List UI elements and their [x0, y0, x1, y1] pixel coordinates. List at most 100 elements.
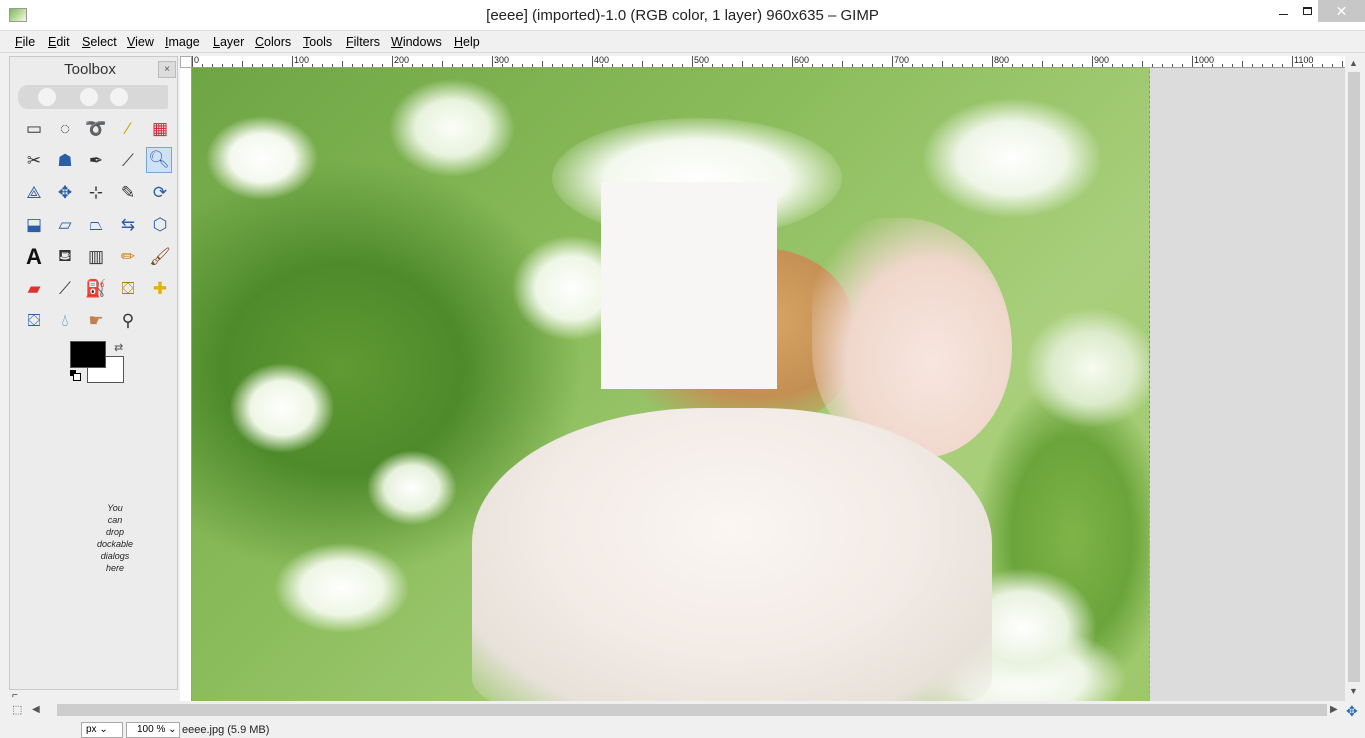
cage-transform-tool-icon[interactable]: ⬡	[147, 212, 173, 238]
ruler-tick	[1272, 64, 1273, 67]
smudge-tool-icon[interactable]: ☛	[83, 308, 109, 334]
vertical-ruler[interactable]	[180, 68, 192, 701]
ruler-tick	[882, 64, 883, 67]
perspective-tool-icon[interactable]: ⏢	[83, 212, 109, 238]
ruler-label: 1100	[1294, 56, 1314, 65]
scale-tool-icon[interactable]: ⬓	[21, 212, 47, 238]
ruler-tick	[1152, 64, 1153, 67]
paintbrush-tool-icon[interactable]: 🖌︎	[147, 244, 173, 270]
horizontal-scroll-thumb[interactable]	[57, 704, 1327, 716]
ruler-tick	[712, 64, 713, 67]
horizontal-ruler[interactable]: 0 100 200 300 400 500 600 700 800 900 10…	[192, 56, 1345, 68]
ruler-tick	[852, 64, 853, 67]
swap-colors-icon[interactable]: ⇄	[114, 341, 123, 354]
zoom-tool-icon[interactable]: 🔍︎	[146, 147, 172, 173]
ink-tool-icon[interactable]: ⛽	[83, 276, 109, 302]
align-tool-icon[interactable]: ⊹	[83, 180, 109, 206]
menu-filters[interactable]: Filters	[346, 35, 380, 49]
ruler-tick	[1252, 64, 1253, 67]
measure-tool-icon[interactable]: ⟁	[21, 180, 47, 206]
ruler-tick	[772, 64, 773, 67]
menu-colors[interactable]: Colors	[255, 35, 291, 49]
face-mask-rectangle	[601, 182, 777, 389]
quick-mask-icon[interactable]: ⬚	[12, 703, 22, 716]
free-select-tool-icon[interactable]: ➰	[83, 116, 109, 142]
foreground-color-swatch[interactable]	[70, 341, 106, 368]
menu-windows[interactable]: Windows	[391, 35, 442, 49]
scroll-right-icon[interactable]: ▶	[1330, 704, 1338, 715]
reset-colors-icon[interactable]	[70, 370, 81, 381]
text-tool-icon[interactable]: A	[21, 244, 47, 270]
ruler-tick	[1142, 61, 1143, 67]
toolbox-title: Toolbox	[64, 61, 116, 78]
image-layer[interactable]	[192, 68, 1150, 701]
ruler-tick	[992, 56, 993, 67]
ellipse-select-tool-icon[interactable]: ◌	[52, 116, 78, 142]
ruler-tick	[1232, 64, 1233, 67]
ruler-tick	[662, 64, 663, 67]
ruler-tick	[592, 56, 593, 67]
blend-tool-icon[interactable]: ▥	[83, 244, 109, 270]
eraser-tool-icon[interactable]: ▰	[21, 276, 47, 302]
close-button[interactable]: ✕	[1318, 0, 1365, 22]
crop-tool-icon[interactable]: ✎	[115, 180, 141, 206]
rotate-tool-icon[interactable]: ⟳	[147, 180, 173, 206]
ruler-tick	[1172, 64, 1173, 67]
menu-image[interactable]: Image	[165, 35, 200, 49]
clone-tool-icon[interactable]: ⛋	[115, 276, 141, 302]
vertical-scroll-thumb[interactable]	[1348, 72, 1360, 682]
select-by-color-tool-icon[interactable]: ▦	[147, 116, 173, 142]
rect-select-tool-icon[interactable]: ▭	[21, 116, 47, 142]
heal-tool-icon[interactable]: ✚	[147, 276, 173, 302]
ruler-tick	[632, 64, 633, 67]
paths-tool-icon[interactable]: ✒	[83, 148, 109, 174]
menu-view[interactable]: View	[127, 35, 154, 49]
ruler-tick	[722, 64, 723, 67]
ruler-tick	[202, 64, 203, 67]
ruler-tick	[1082, 64, 1083, 67]
ruler-tick	[392, 56, 393, 67]
bucket-fill-tool-icon[interactable]: ⛾	[52, 244, 78, 270]
menu-tools[interactable]: Tools	[303, 35, 332, 49]
flip-tool-icon[interactable]: ⇆	[115, 212, 141, 238]
menu-select[interactable]: Select	[82, 35, 117, 49]
ruler-corner-button[interactable]	[180, 56, 192, 68]
ruler-tick	[192, 56, 193, 67]
ruler-tick	[572, 64, 573, 67]
ruler-tick	[1022, 64, 1023, 67]
vertical-scrollbar[interactable]: ▲ ▼	[1345, 56, 1365, 701]
menu-help[interactable]: Help	[454, 35, 480, 49]
drop-hint-line: You	[107, 503, 123, 513]
ruler-tick	[1062, 64, 1063, 67]
scroll-down-icon[interactable]: ▼	[1349, 686, 1358, 696]
wilber-drop-area[interactable]	[18, 85, 168, 109]
menu-file[interactable]: File	[15, 35, 35, 49]
scroll-up-icon[interactable]: ▲	[1349, 58, 1358, 68]
blur-tool-icon[interactable]: 💧︎	[52, 308, 78, 334]
toolbox-close-button[interactable]: ×	[158, 61, 176, 78]
airbrush-tool-icon[interactable]: ⟋	[52, 276, 78, 302]
file-info-text: eeee.jpg (5.9 MB)	[182, 724, 270, 736]
menu-edit[interactable]: Edit	[48, 35, 70, 49]
drop-hint-line: dockable	[96, 539, 134, 549]
foreground-select-tool-icon[interactable]: ☗	[52, 148, 78, 174]
menu-layer[interactable]: Layer	[213, 35, 244, 49]
drop-hint-line: here	[105, 563, 124, 573]
ruler-tick	[532, 64, 533, 67]
shear-tool-icon[interactable]: ▱	[52, 212, 78, 238]
scissors-select-tool-icon[interactable]: ✂	[21, 148, 47, 174]
move-tool-icon[interactable]: ✥	[52, 180, 78, 206]
image-canvas[interactable]	[192, 68, 1345, 701]
horizontal-scrollbar[interactable]: ◀ ▶	[10, 701, 1345, 719]
fuzzy-select-tool-icon[interactable]: ⁄	[115, 116, 141, 142]
ruler-tick	[832, 64, 833, 67]
pencil-tool-icon[interactable]: ✏	[115, 244, 141, 270]
dodge-burn-tool-icon[interactable]: ⚲	[115, 308, 141, 334]
scroll-left-icon[interactable]: ◀	[32, 704, 40, 715]
navigate-icon[interactable]: ✥	[1346, 703, 1358, 720]
ruler-tick	[872, 64, 873, 67]
perspective-clone-tool-icon[interactable]: ⛋	[21, 308, 47, 334]
ruler-tick	[1242, 61, 1243, 67]
color-picker-tool-icon[interactable]: ⟋	[115, 148, 141, 174]
menu-bar: File Edit Select View Image Layer Colors…	[0, 31, 1365, 53]
